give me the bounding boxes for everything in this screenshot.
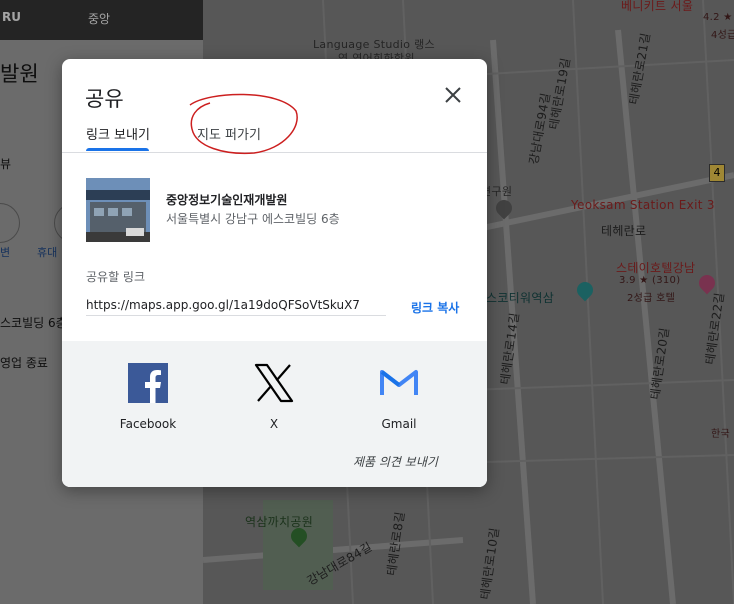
x-icon <box>254 363 294 403</box>
map-poi-label: 4.2 ★ <box>703 12 733 23</box>
dialog-title: 공유 <box>85 87 124 111</box>
map-poi-label: Yeoksam Station Exit 3 <box>571 198 715 212</box>
tab-reviews[interactable]: 뷰 <box>0 155 11 172</box>
directions-button[interactable] <box>0 203 20 243</box>
share-gmail-button[interactable]: Gmail <box>351 363 447 431</box>
address-row[interactable]: 스코빌딩 6층 <box>0 314 67 331</box>
share-link-label: 공유할 링크 <box>86 270 146 284</box>
share-dialog: 공유 링크 보내기 지도 퍼가기 중앙정보기술인재개발원 서울특별시 강남구 에… <box>62 59 487 487</box>
share-targets-area: Facebook X Gmail 제품 의견 보내기 <box>62 341 487 487</box>
map-poi-label: 3.9 ★ (310) <box>619 275 681 286</box>
action-label: 변 <box>0 246 11 259</box>
share-link-field[interactable] <box>86 295 386 316</box>
action-label: 휴대 <box>37 246 58 259</box>
map-station-label: 스코티워역삼 <box>486 291 555 305</box>
map-poi-label: 역삼까치공원 <box>245 515 314 529</box>
hours-row[interactable]: 영업 종료 <box>0 354 48 371</box>
active-tab-indicator <box>86 148 149 151</box>
facebook-icon <box>128 363 168 403</box>
share-facebook-button[interactable]: Facebook <box>100 363 196 431</box>
place-name: 중앙정보기술인재개발원 <box>166 193 288 207</box>
copy-link-button[interactable]: 링크 복사 <box>411 299 459 316</box>
bus-stop-badge: 4 <box>709 164 725 182</box>
map-road-label: 테헤란로 <box>601 224 647 238</box>
close-icon[interactable] <box>441 83 465 107</box>
map-poi-label: 4성급 <box>711 30 734 41</box>
annotation-circle <box>189 93 298 155</box>
place-address: 서울특별시 강남구 에스코빌딩 6층 <box>166 212 340 226</box>
share-target-label: Gmail <box>381 417 417 431</box>
tab-send-link[interactable]: 링크 보내기 <box>86 124 150 143</box>
photo-text: 중앙 <box>88 12 111 26</box>
photo-text: RU <box>2 10 21 24</box>
map-poi-label: 2성급 호텔 <box>627 293 676 304</box>
place-thumbnail <box>86 178 150 242</box>
map-poi-label: 스테이호텔강남 <box>616 261 696 275</box>
map-poi-label: 베니키트 서울 <box>621 0 694 13</box>
place-photo: RU 중앙 <box>0 0 203 40</box>
gmail-icon <box>380 370 418 395</box>
share-x-button[interactable]: X <box>226 363 322 431</box>
send-feedback-link[interactable]: 제품 의견 보내기 <box>353 453 438 470</box>
map-poi-label: 한국 <box>711 429 730 440</box>
share-target-label: Facebook <box>119 417 177 431</box>
share-target-label: X <box>269 417 279 431</box>
place-title: 발원 <box>0 62 39 86</box>
